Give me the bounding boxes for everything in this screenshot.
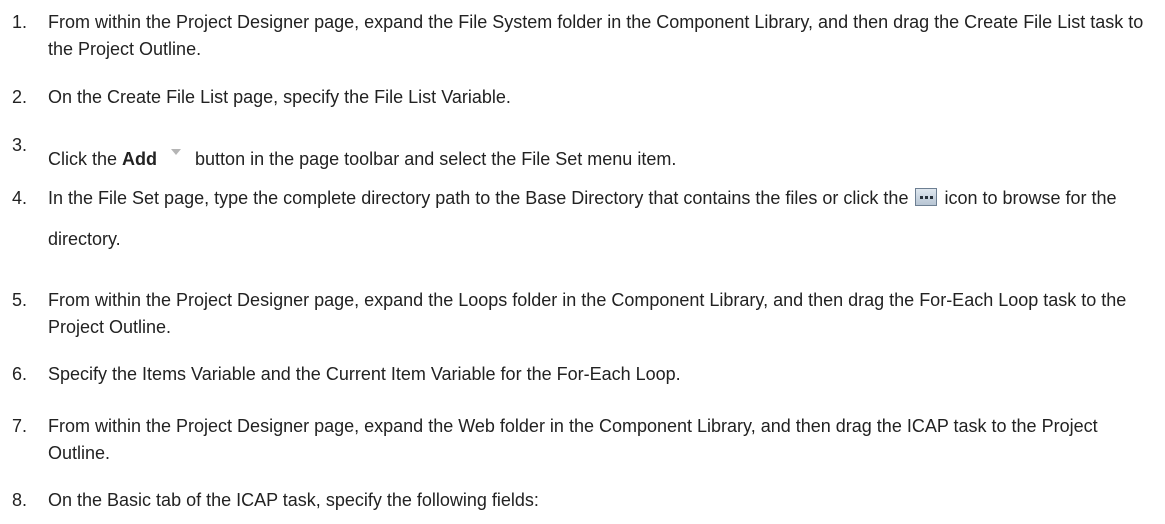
step-text: From within the Project Designer page, e…	[48, 12, 1144, 59]
step-number: 1.	[12, 12, 28, 32]
dropdown-arrow-icon	[171, 149, 182, 155]
step-number: 3.	[12, 135, 28, 155]
step-text: From within the Project Designer page, e…	[48, 416, 1098, 463]
add-button-label: Add	[122, 149, 158, 169]
step-text-after: button in the page toolbar and select th…	[195, 149, 677, 169]
step-number: 2.	[12, 87, 28, 107]
step-text: Specify the Items Variable and the Curre…	[48, 364, 681, 384]
step-text: In the File Set page, type the complete …	[48, 178, 1160, 260]
step-text: Click the Add button in the page toolbar …	[48, 146, 1160, 173]
step-number: 4.	[12, 188, 28, 208]
step-text-before: Click the	[48, 149, 123, 169]
step-number: 7.	[12, 416, 28, 436]
instruction-list: 1. From within the Project Designer page…	[0, 0, 1165, 524]
step-number: 6.	[12, 364, 28, 384]
step-text: From within the Project Designer page, e…	[48, 290, 1127, 337]
step-text: On the Create File List page, specify th…	[48, 87, 511, 107]
step-number: 5.	[12, 290, 28, 310]
step-text-before: In the File Set page, type the complete …	[48, 188, 914, 208]
browse-ellipsis-icon	[915, 188, 938, 206]
step-text: On the Basic tab of the ICAP task, speci…	[48, 490, 539, 510]
step-number: 8.	[12, 490, 28, 510]
